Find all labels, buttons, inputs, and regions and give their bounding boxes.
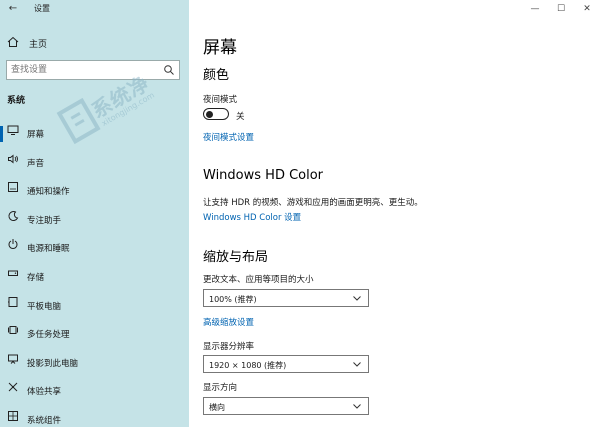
night-mode-state: 关 <box>236 112 245 122</box>
sidebar-item-label: 投影到此电脑 <box>27 358 79 369</box>
sidebar-item-label: 通知和操作 <box>27 187 70 198</box>
orientation-label: 显示方向 <box>203 383 238 393</box>
sidebar-item-label: 声音 <box>27 158 45 169</box>
multitask-icon <box>8 326 18 335</box>
night-mode-settings-link[interactable]: 夜间模式设置 <box>203 131 254 143</box>
sidebar: ← 设置 主页 系统 屏幕 声音 <box>0 0 189 427</box>
sidebar-item-sound[interactable]: 声音 <box>0 149 189 178</box>
night-mode-label: 夜间模式 <box>203 95 238 105</box>
app-title: 设置 <box>34 4 50 13</box>
sidebar-item-label: 体验共享 <box>27 387 62 398</box>
project-icon <box>8 354 18 364</box>
chevron-down-icon <box>353 404 361 409</box>
resolution-label: 显示器分辨率 <box>203 342 255 352</box>
page-title: 屏幕 <box>203 38 237 58</box>
sidebar-item-shared-experiences[interactable]: 体验共享 <box>0 377 189 406</box>
sidebar-item-system-components[interactable]: 系统组件 <box>0 406 189 427</box>
search-icon[interactable] <box>163 64 175 76</box>
color-section-title: 颜色 <box>203 68 230 83</box>
toggle-knob <box>206 110 213 118</box>
chevron-down-icon <box>353 296 361 301</box>
sidebar-item-label: 平板电脑 <box>27 301 62 312</box>
storage-icon <box>8 270 18 276</box>
scale-dropdown-value: 100% (推荐) <box>209 295 257 304</box>
sidebar-item-label: 电源和睡眠 <box>27 244 70 255</box>
sidebar-item-tablet[interactable]: 平板电脑 <box>0 292 189 321</box>
orientation-dropdown[interactable]: 横向 <box>203 397 369 415</box>
resolution-dropdown-value: 1920 × 1080 (推荐) <box>209 361 287 370</box>
monitor-icon <box>7 125 19 135</box>
hdr-section-title: Windows HD Color <box>203 168 324 183</box>
sidebar-item-multitasking[interactable]: 多任务处理 <box>0 320 189 349</box>
orientation-dropdown-value: 横向 <box>209 403 225 412</box>
advanced-scale-link[interactable]: 高级缩放设置 <box>203 316 254 328</box>
power-icon <box>8 239 18 250</box>
sidebar-item-notifications[interactable]: 通知和操作 <box>0 177 189 206</box>
sidebar-item-focus-assist[interactable]: 专注助手 <box>0 206 189 235</box>
tablet-icon <box>8 296 18 307</box>
night-mode-toggle[interactable] <box>203 108 229 120</box>
sidebar-item-label: 屏幕 <box>27 130 45 140</box>
nav-home-label: 主页 <box>29 40 48 50</box>
hdr-description: 让支持 HDR 的视频、游戏和应用的画面更明亮、更生动。 <box>203 198 423 208</box>
search-box[interactable] <box>6 60 180 80</box>
sidebar-section-title: 系统 <box>7 96 26 106</box>
scale-section-title: 缩放与布局 <box>203 250 269 265</box>
sidebar-item-label: 存储 <box>27 272 45 283</box>
hdr-settings-link[interactable]: Windows HD Color 设置 <box>203 211 301 223</box>
search-input[interactable] <box>11 63 159 77</box>
components-icon <box>8 410 18 421</box>
back-arrow-icon[interactable]: ← <box>6 2 20 16</box>
share-icon <box>8 382 18 392</box>
sidebar-item-project[interactable]: 投影到此电脑 <box>0 349 189 378</box>
sidebar-item-label: 专注助手 <box>27 215 62 226</box>
sidebar-item-display[interactable]: 屏幕 <box>0 120 189 149</box>
main-content: 屏幕 颜色 夜间模式 关 夜间模式设置 Windows HD Color 让支持… <box>189 0 600 427</box>
speaker-icon <box>8 154 18 164</box>
sidebar-item-storage[interactable]: 存储 <box>0 263 189 292</box>
notification-icon <box>8 182 18 193</box>
chevron-down-icon <box>353 362 361 367</box>
resolution-dropdown[interactable]: 1920 × 1080 (推荐) <box>203 355 369 373</box>
scale-dropdown[interactable]: 100% (推荐) <box>203 289 369 307</box>
scale-label: 更改文本、应用等项目的大小 <box>203 275 314 285</box>
sidebar-item-label: 系统组件 <box>27 415 62 426</box>
moon-icon <box>8 210 19 221</box>
home-icon <box>7 36 19 47</box>
sidebar-titlebar: ← 设置 <box>0 0 189 18</box>
sidebar-item-label: 多任务处理 <box>27 330 70 341</box>
nav-home[interactable]: 主页 <box>0 32 189 52</box>
sidebar-item-power[interactable]: 电源和睡眠 <box>0 234 189 263</box>
nav-list: 屏幕 声音 通知和操作 专注助手 电源和睡眠 存储 平板电脑 多任务处理 投影到… <box>0 120 189 427</box>
